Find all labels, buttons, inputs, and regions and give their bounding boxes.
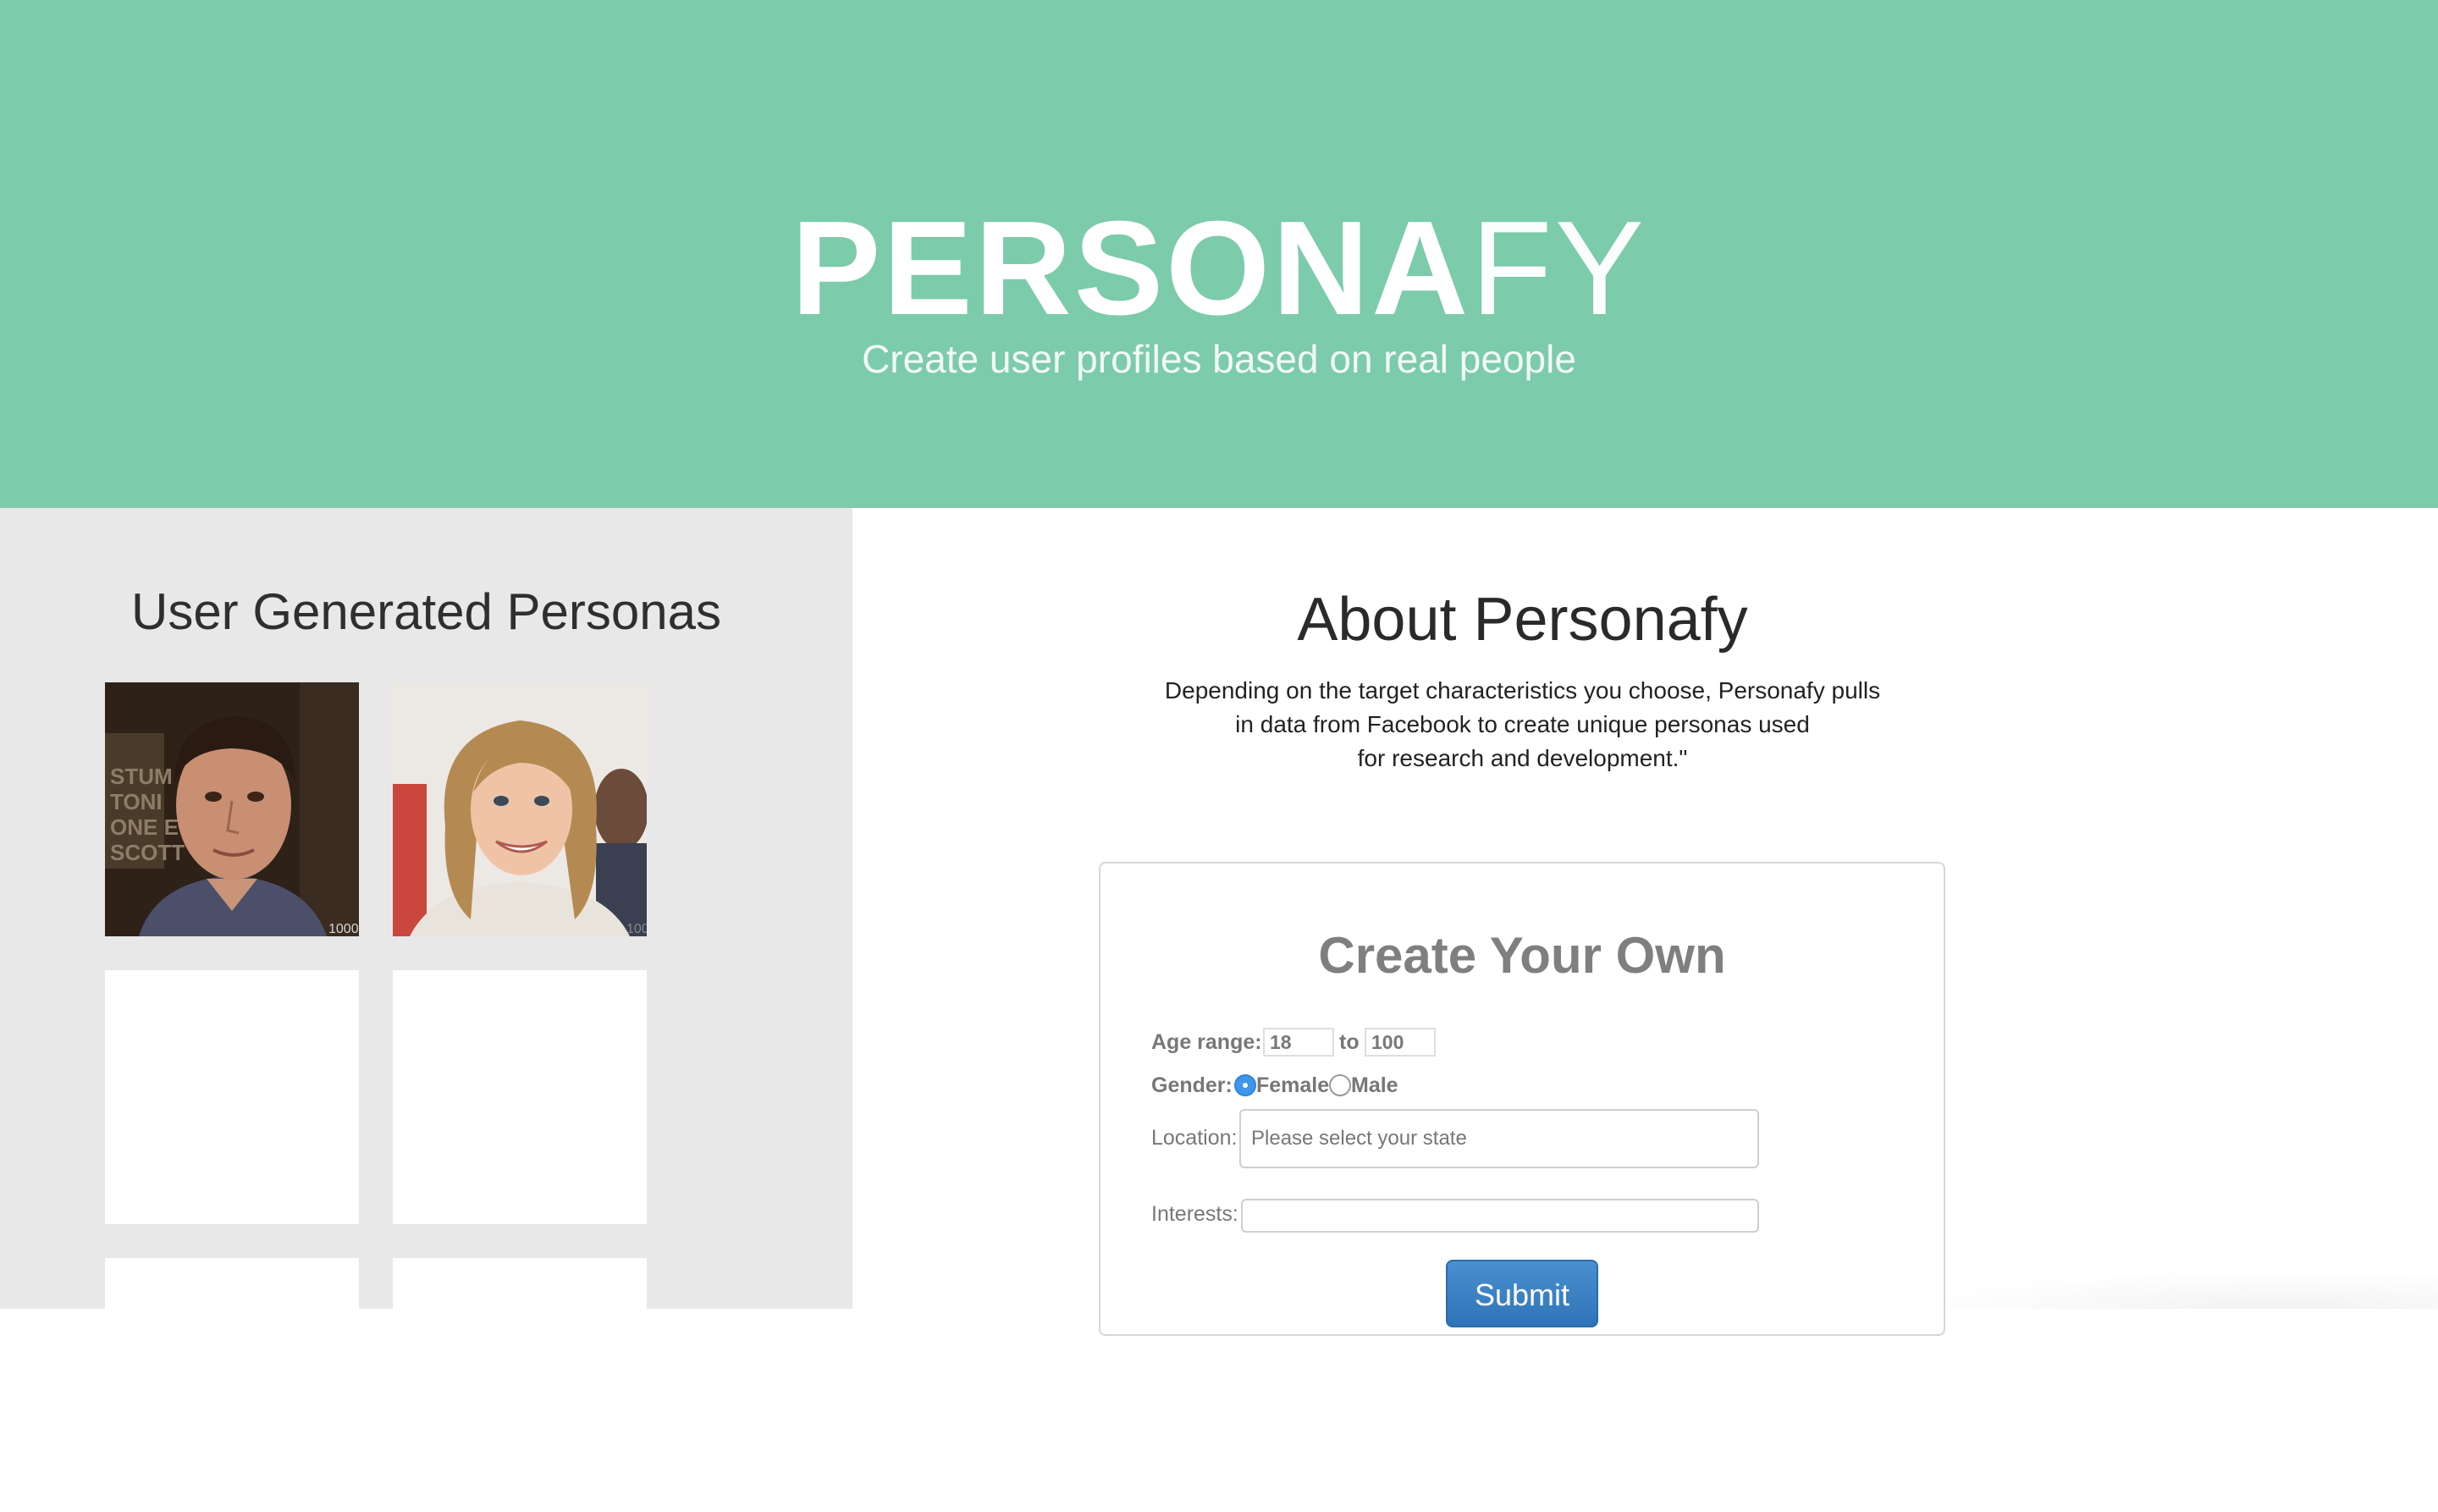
logo: PERSONAFY (0, 196, 2438, 340)
persona-card-empty[interactable] (393, 970, 647, 1224)
persona-card[interactable]: STUM TONI ONE E SCOTT 1000 (105, 682, 359, 936)
persona-photo-man: STUM TONI ONE E SCOTT 1000 (105, 682, 359, 936)
decorative-shadow (1896, 1270, 2438, 1309)
age-max-input[interactable] (1365, 1028, 1436, 1057)
gender-female-label[interactable]: Female (1256, 1073, 1329, 1098)
tagline: Create user profiles based on real peopl… (862, 337, 1576, 381)
gender-female-radio[interactable] (1234, 1074, 1256, 1096)
about-line: Depending on the target characteristics … (1164, 677, 1881, 704)
gender-male-radio[interactable] (1329, 1074, 1351, 1096)
hero-banner: PERSONAFY Create user profiles based on … (0, 0, 2438, 508)
about-line: for research and development." (1357, 745, 1688, 771)
photo-badge: 100 (626, 922, 647, 936)
age-min-input[interactable] (1263, 1028, 1334, 1057)
location-field[interactable] (1239, 1109, 1759, 1168)
persona-card-empty[interactable] (105, 970, 359, 1224)
age-range-label: Age range: (1151, 1030, 1262, 1054)
persona-card-empty[interactable] (105, 1258, 359, 1512)
age-to-label: to (1339, 1030, 1360, 1054)
persona-card[interactable]: 100 (393, 682, 647, 936)
about-line: in data from Facebook to create unique p… (1235, 711, 1810, 737)
gender-label: Gender: (1151, 1073, 1233, 1097)
persona-card-empty[interactable] (393, 1258, 647, 1512)
submit-button[interactable]: Submit (1446, 1260, 1598, 1327)
location-label: Location: (1151, 1126, 1238, 1150)
about-description: Depending on the target characteristics … (852, 674, 2193, 775)
gender-male-label[interactable]: Male (1351, 1073, 1398, 1098)
interests-label: Interests: (1151, 1202, 1238, 1226)
svg-text:ONE E: ONE E (110, 814, 179, 840)
form-title: Create Your Own (1318, 927, 1726, 984)
persona-photo-woman: 100 (393, 682, 647, 936)
interests-field[interactable] (1241, 1199, 1759, 1233)
svg-text:SCOTT: SCOTT (110, 840, 185, 865)
svg-text:TONI: TONI (110, 789, 163, 814)
svg-text:STUM: STUM (110, 764, 173, 789)
photo-badge: 1000 (328, 922, 359, 936)
about-title: About Personafy (1297, 586, 1748, 654)
logo-bold: PERSONA (791, 194, 1471, 343)
personas-title: User Generated Personas (130, 583, 722, 640)
logo-thin: FY (1470, 194, 1647, 343)
